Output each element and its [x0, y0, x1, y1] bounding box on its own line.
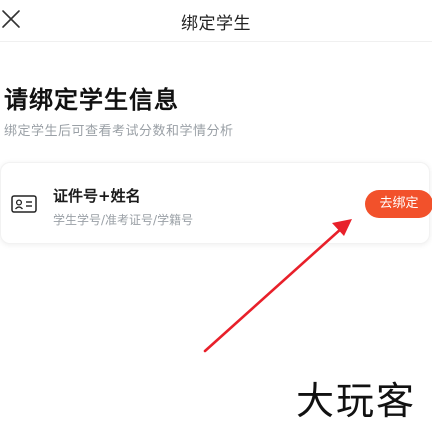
- header-divider: [0, 41, 432, 42]
- card-title: 证件号+姓名: [53, 187, 141, 205]
- arrow-shaft: [203, 226, 344, 353]
- card-description: 学生学号/准考证号/学籍号: [53, 213, 194, 227]
- section-heading: 请绑定学生信息: [4, 86, 179, 114]
- section-subtitle: 绑定学生后可查看考试分数和学情分析: [4, 124, 234, 139]
- bind-option-card[interactable]: 证件号+姓名 学生学号/准考证号/学籍号 去绑定: [0, 162, 432, 244]
- id-card-icon: [11, 195, 37, 213]
- page-title: 绑定学生: [181, 14, 251, 34]
- go-bind-button[interactable]: 去绑定: [365, 190, 432, 218]
- header: 绑定学生: [0, 0, 432, 40]
- watermark-logo: 大玩客: [296, 379, 417, 423]
